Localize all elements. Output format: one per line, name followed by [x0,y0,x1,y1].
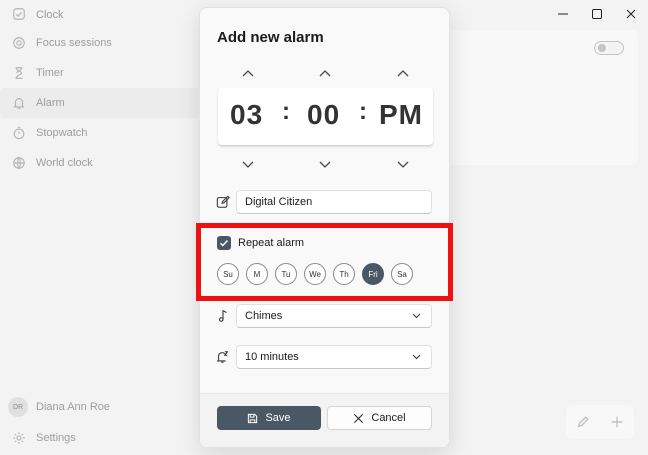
footer-divider [200,393,449,394]
sidebar-nav: Focus sessions Timer Alarm Stopwatch Wor… [0,28,200,178]
user-name: Diana Ann Roe [36,401,110,413]
sound-value: Chimes [245,310,283,322]
sidebar-item-label: Stopwatch [36,127,88,139]
music-note-icon [218,309,227,322]
snooze-value: 10 minutes [245,351,299,363]
clock-app-icon [13,8,25,20]
close-button[interactable] [619,4,643,24]
cancel-label: Cancel [371,412,406,424]
period-value[interactable]: PM [379,99,423,131]
time-separator: : [282,98,290,125]
bell-icon [13,98,25,109]
save-label: Save [265,412,291,424]
settings-label: Settings [36,432,76,444]
highlight-box [196,223,453,301]
maximize-button[interactable] [585,4,609,24]
gear-icon [13,432,25,444]
plus-icon[interactable] [610,415,624,429]
sidebar-item-label: Timer [36,67,64,79]
sidebar-item-world-clock[interactable]: World clock [0,148,200,178]
floppy-disk-icon [248,413,258,423]
hour-value[interactable]: 03 [230,99,263,131]
sidebar-item-timer[interactable]: Timer [0,58,200,88]
app-title: Clock [36,9,64,21]
period-up-chevron-icon[interactable] [396,69,410,79]
focus-icon [13,37,25,49]
snooze-icon [216,351,229,363]
dialog-title: Add new alarm [217,29,324,46]
avatar: DR [8,397,28,417]
cancel-button[interactable]: Cancel [327,406,432,430]
sidebar-item-label: Alarm [36,97,65,109]
minute-down-chevron-icon[interactable] [318,159,332,169]
edit-icon [216,195,230,208]
alarm-toggle[interactable] [594,41,624,55]
sidebar-item-stopwatch[interactable]: Stopwatch [0,118,200,148]
pencil-icon[interactable] [576,415,590,429]
alarm-actions [566,405,634,439]
sidebar-item-alarm[interactable]: Alarm [0,88,200,118]
sound-dropdown[interactable]: Chimes [236,304,432,328]
globe-icon [13,157,25,169]
minute-up-chevron-icon[interactable] [318,69,332,79]
minute-value[interactable]: 00 [307,99,340,131]
minimize-icon [558,13,568,15]
sidebar-item-label: Focus sessions [36,37,112,49]
close-icon [626,9,636,19]
maximize-icon [592,9,602,19]
period-down-chevron-icon[interactable] [396,159,410,169]
minimize-button[interactable] [551,4,575,24]
close-icon [354,413,364,423]
user-account[interactable]: DR Diana Ann Roe [8,397,110,417]
hour-down-chevron-icon[interactable] [241,159,255,169]
sidebar-item-settings[interactable]: Settings [12,431,76,445]
sidebar-item-label: World clock [36,157,93,169]
save-button[interactable]: Save [217,406,321,430]
time-separator: : [359,98,367,125]
sidebar-item-focus-sessions[interactable]: Focus sessions [0,28,200,58]
snooze-dropdown[interactable]: 10 minutes [236,345,432,369]
stopwatch-icon [13,126,25,140]
time-picker[interactable]: 03 : 00 : PM [218,88,433,146]
chevron-down-icon [412,313,421,319]
chevron-down-icon [412,354,421,360]
hourglass-icon [15,67,23,79]
hour-up-chevron-icon[interactable] [241,69,255,79]
alarm-name-input[interactable]: Digital Citizen [236,190,432,214]
